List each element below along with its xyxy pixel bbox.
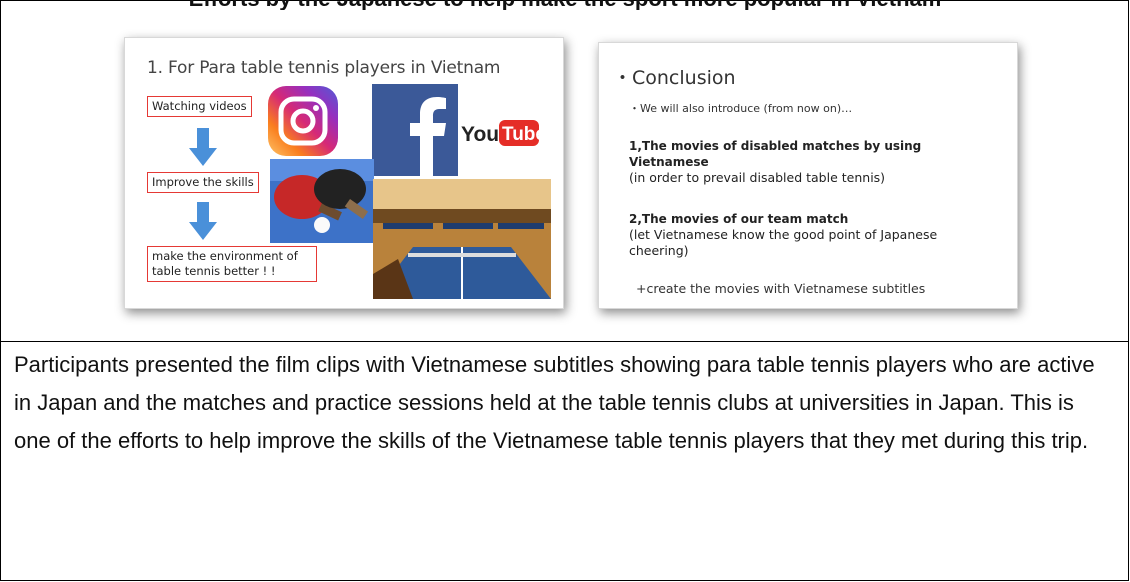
youtube-logo: You Tube bbox=[461, 118, 546, 148]
conclusion-item-1: 1,The movies of disabled matches by usin… bbox=[629, 138, 969, 186]
facebook-logo bbox=[372, 84, 458, 176]
conclusion-heading: ・Conclusion bbox=[613, 67, 736, 89]
conclusion-item-2-title: 2,The movies of our team match bbox=[629, 212, 849, 226]
step-line-1: make the environment of bbox=[152, 249, 298, 263]
arrow-down-icon bbox=[189, 202, 217, 240]
step-make-environment: make the environment of table tennis bet… bbox=[147, 246, 317, 282]
page-heading: Efforts by the Japanese to help make the… bbox=[0, 0, 1130, 10]
youtube-you-text: You bbox=[461, 123, 499, 146]
conclusion-item-2: 2,The movies of our team match (let Viet… bbox=[629, 211, 999, 259]
youtube-tube-text: Tube bbox=[502, 124, 541, 145]
conclusion-item-1-title: 1,The movies of disabled matches by usin… bbox=[629, 139, 922, 169]
conclusion-item-1-note: (in order to prevail disabled table tenn… bbox=[629, 170, 886, 185]
conclusion-item-2-note: (let Vietnamese know the good point of J… bbox=[629, 227, 938, 258]
step-watching-videos: Watching videos bbox=[147, 96, 252, 117]
row-divider bbox=[0, 341, 1129, 342]
slide-left: 1. For Para table tennis players in Viet… bbox=[124, 37, 564, 309]
gymnasium-photo bbox=[373, 179, 551, 299]
caption-paragraph: Participants presented the film clips wi… bbox=[14, 352, 1095, 453]
table-tennis-photo bbox=[270, 159, 374, 243]
arrow-down-icon bbox=[189, 128, 217, 166]
camera-icon bbox=[278, 96, 328, 146]
step-line-2: table tennis better ! ! bbox=[152, 264, 276, 278]
conclusion-footer: +create the movies with Vietnamese subti… bbox=[636, 281, 926, 296]
instagram-logo bbox=[268, 86, 338, 156]
conclusion-intro: ・We will also introduce (from now on)… bbox=[629, 102, 853, 115]
slide-right: ・Conclusion ・We will also introduce (fro… bbox=[598, 42, 1018, 309]
facebook-f-icon bbox=[410, 97, 446, 176]
slide-left-title: 1. For Para table tennis players in Viet… bbox=[147, 58, 501, 78]
step-improve-skills: Improve the skills bbox=[147, 172, 259, 193]
